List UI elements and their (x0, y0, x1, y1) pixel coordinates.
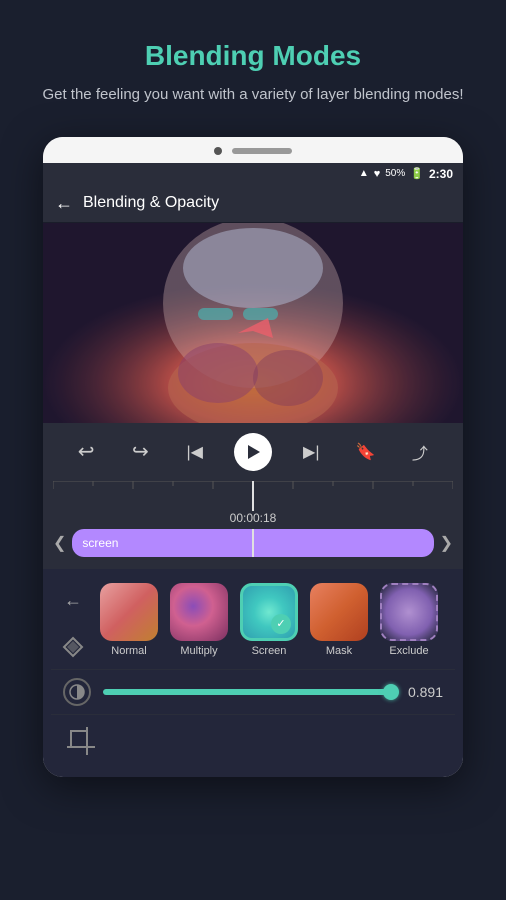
phone-frame: ▲ ♥ 50% 🔋 2:30 ← Blending & Opacity (43, 137, 463, 777)
side-tools: ← (51, 579, 95, 669)
battery-status: 50% (385, 168, 405, 179)
mode-mask[interactable]: Mask (309, 583, 369, 657)
clock: 2:30 (429, 167, 453, 181)
timeline-section: 00:00:18 ❮ screen ❯ (43, 481, 463, 569)
mode-normal[interactable]: Normal (99, 583, 159, 657)
mode-mask-thumb (310, 583, 368, 641)
back-tool-button[interactable]: ← (57, 585, 89, 617)
track-clip-label: screen (82, 536, 118, 550)
mode-exclude[interactable]: Exclude (379, 583, 439, 657)
opacity-thumb (383, 684, 399, 700)
bookmark-button[interactable]: 🔖 (351, 437, 381, 467)
controls-bar: ↩ ↪ |◀ ▶| 🔖 ⤴ (43, 423, 463, 481)
header-section: Blending Modes Get the feeling you want … (22, 0, 483, 127)
mode-multiply[interactable]: Multiply (169, 583, 229, 657)
opacity-row: 0.891 (51, 669, 455, 714)
track-scroll-right[interactable]: ❯ (440, 533, 453, 553)
mode-multiply-label: Multiply (180, 645, 217, 657)
undo-button[interactable]: ↩ (71, 437, 101, 467)
crop-tool-button[interactable] (63, 723, 99, 759)
signal-icon: ▲ (359, 168, 369, 179)
mode-mask-label: Mask (326, 645, 352, 657)
selected-checkmark: ✓ (271, 614, 291, 634)
battery-icon: 🔋 (410, 167, 424, 180)
track-clip[interactable]: screen (72, 529, 433, 557)
playhead (252, 529, 254, 557)
timeline-ruler (53, 481, 453, 511)
redo-button[interactable]: ↪ (125, 437, 155, 467)
mode-multiply-thumb (170, 583, 228, 641)
bottom-toolbar (51, 714, 455, 767)
mode-screen-thumb: ✓ (240, 583, 298, 641)
timecode: 00:00:18 (53, 511, 453, 525)
go-end-button[interactable]: ▶| (296, 437, 326, 467)
track-scroll-left[interactable]: ❮ (53, 533, 66, 553)
nav-bar: ← Blending & Opacity (43, 185, 463, 223)
opacity-slider[interactable] (103, 689, 391, 695)
phone-camera (214, 147, 222, 155)
play-button[interactable] (234, 433, 272, 471)
video-preview (43, 223, 463, 423)
mode-screen-label: Screen (252, 645, 287, 657)
back-button[interactable]: ← (55, 193, 73, 214)
opacity-value: 0.891 (403, 684, 443, 700)
screen-title: Blending & Opacity (83, 194, 219, 212)
mode-normal-thumb (100, 583, 158, 641)
mode-normal-label: Normal (111, 645, 146, 657)
diamond-tool-button[interactable] (57, 631, 89, 663)
phone-speaker (232, 148, 292, 154)
blend-row: ← Normal (51, 579, 455, 669)
phone-top-bar (43, 137, 463, 163)
track-row: ❮ screen ❯ (53, 529, 453, 557)
mode-screen[interactable]: ✓ Screen (239, 583, 299, 657)
opacity-icon (63, 678, 91, 706)
export-button[interactable]: ⤴ (405, 437, 435, 467)
page-subtitle: Get the feeling you want with a variety … (42, 84, 463, 107)
blend-modes-list: Normal Multiply ✓ Screen (95, 579, 455, 661)
mode-exclude-label: Exclude (389, 645, 428, 657)
mode-exclude-thumb (380, 583, 438, 641)
opacity-track (103, 689, 391, 695)
page-title: Blending Modes (42, 40, 463, 72)
status-bar: ▲ ♥ 50% 🔋 2:30 (43, 163, 463, 185)
go-start-button[interactable]: |◀ (180, 437, 210, 467)
wifi-icon: ♥ (374, 168, 381, 180)
blend-modes-section: ← Normal (43, 569, 463, 777)
